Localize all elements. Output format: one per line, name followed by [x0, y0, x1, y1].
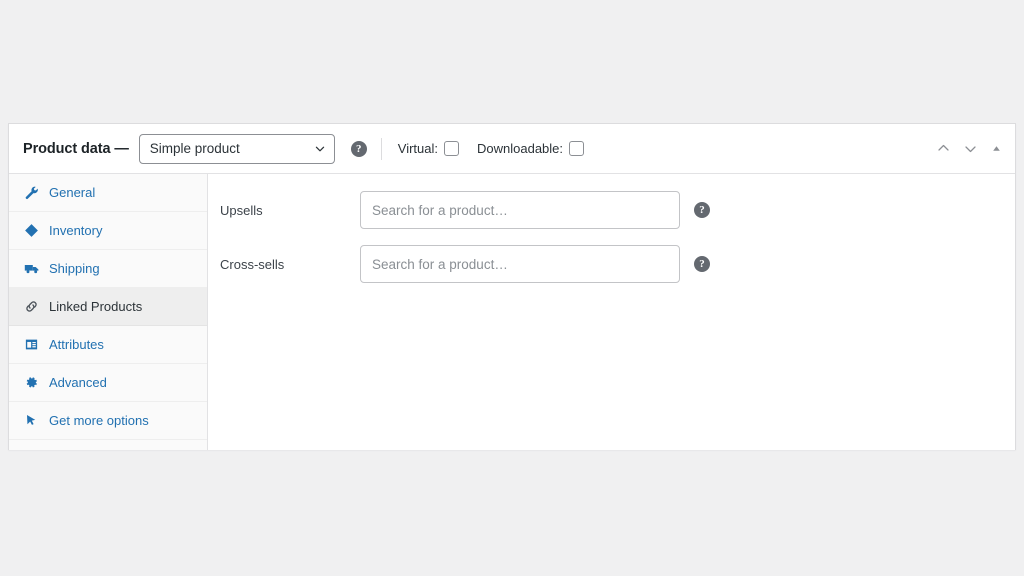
- product-type-select[interactable]: Simple product: [138, 133, 335, 164]
- sidebar-item-general[interactable]: General: [9, 174, 207, 212]
- sidebar-item-inventory[interactable]: Inventory: [9, 212, 207, 250]
- panel-body: General Inventory Shipping Linked Produc…: [9, 174, 1015, 450]
- product-flags-group: Virtual: Downloadable:: [398, 141, 585, 156]
- virtual-checkbox-item[interactable]: Virtual:: [398, 141, 459, 156]
- sidebar-item-label: Inventory: [49, 223, 103, 238]
- gear-icon: [23, 374, 40, 391]
- box-icon: [23, 222, 40, 239]
- sidebar-item-label: Advanced: [49, 375, 107, 390]
- table-icon: [23, 336, 40, 353]
- sidebar-item-label: General: [49, 185, 96, 200]
- product-data-tabs: General Inventory Shipping Linked Produc…: [9, 174, 208, 450]
- cross-sells-field-row: Cross-sells ?: [208, 245, 1015, 283]
- link-icon: [23, 298, 40, 315]
- product-type-help-icon[interactable]: ?: [350, 140, 367, 157]
- move-down-icon[interactable]: [962, 141, 978, 157]
- downloadable-checkbox[interactable]: [569, 141, 585, 156]
- sidebar-item-label: Shipping: [49, 261, 100, 276]
- toggle-panel-icon[interactable]: [989, 142, 1003, 156]
- truck-icon: [23, 260, 40, 277]
- sidebar-item-attributes[interactable]: Attributes: [9, 326, 207, 364]
- cursor-icon: [23, 412, 40, 429]
- panel-actions: [935, 141, 1003, 157]
- upsells-input[interactable]: [360, 191, 680, 229]
- virtual-checkbox[interactable]: [444, 141, 459, 156]
- move-up-icon[interactable]: [935, 141, 951, 157]
- product-data-panel: Product data — Simple product ? Virtual:…: [8, 123, 1016, 450]
- header-divider: [380, 137, 382, 160]
- sidebar-item-label: Attributes: [49, 337, 104, 352]
- sidebar-item-shipping[interactable]: Shipping: [9, 250, 207, 288]
- sidebar-item-advanced[interactable]: Advanced: [9, 364, 207, 402]
- sidebar-item-label: Get more options: [49, 413, 149, 428]
- wrench-icon: [23, 184, 40, 201]
- upsells-label: Upsells: [220, 202, 263, 218]
- virtual-checkbox-label: Virtual:: [397, 141, 438, 156]
- downloadable-checkbox-label: Downloadable:: [477, 141, 564, 156]
- sidebar-item-label: Linked Products: [49, 299, 143, 314]
- upsells-help-icon[interactable]: ?: [694, 202, 710, 218]
- sidebar-item-linked-products[interactable]: Linked Products: [9, 288, 207, 326]
- panel-header: Product data — Simple product ? Virtual:…: [9, 124, 1015, 174]
- panel-title: Product data —: [23, 140, 129, 157]
- linked-products-fields: Upsells ? Cross-sells ?: [208, 174, 1015, 450]
- cross-sells-input[interactable]: [360, 245, 680, 283]
- product-type-selected-value: Simple product: [149, 141, 240, 156]
- downloadable-checkbox-item[interactable]: Downloadable:: [477, 141, 585, 156]
- sidebar-item-get-more-options[interactable]: Get more options: [9, 402, 207, 440]
- chevron-down-icon: [315, 146, 324, 151]
- cross-sells-label: Cross-sells: [220, 256, 285, 272]
- cross-sells-help-icon[interactable]: ?: [694, 256, 710, 272]
- upsells-field-row: Upsells ?: [208, 191, 1015, 229]
